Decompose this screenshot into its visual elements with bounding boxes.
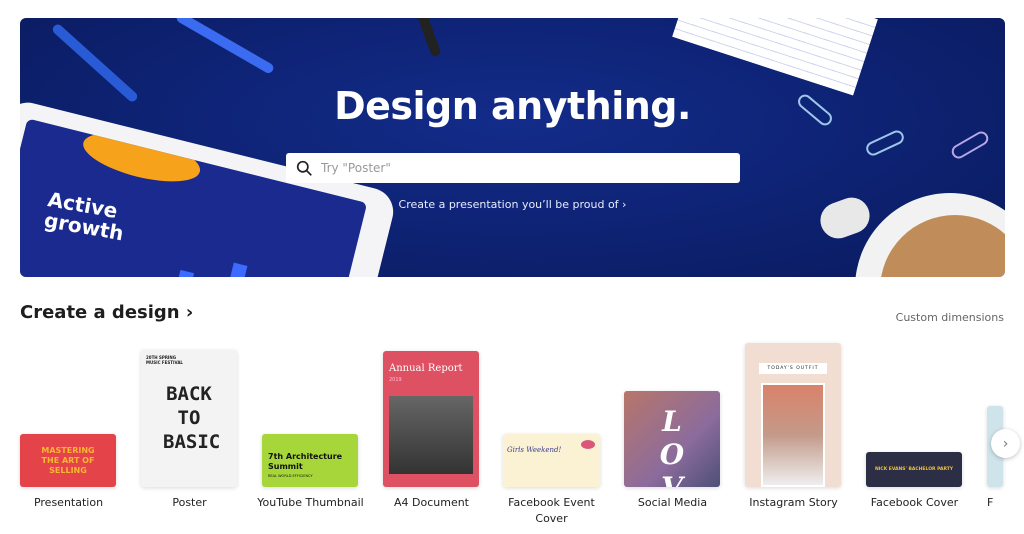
design-label[interactable]: Facebook Cover xyxy=(854,495,975,511)
custom-dimensions-link[interactable]: Custom dimensions xyxy=(896,311,1004,324)
design-label[interactable]: YouTube Thumbnail xyxy=(250,495,371,511)
chevron-right-icon: › xyxy=(1002,435,1009,452)
paperclip-decoration xyxy=(863,128,907,158)
search-input[interactable] xyxy=(321,161,721,175)
design-label[interactable]: Poster xyxy=(129,495,250,511)
pencil-decoration xyxy=(408,18,442,58)
pen-decoration xyxy=(174,18,276,75)
thumb-text: NICK EVANS' BACHELOR PARTY xyxy=(874,467,954,472)
design-card-poster[interactable]: 20TH SPRING MUSIC FESTIVAL BACK TO BASIC xyxy=(141,350,237,487)
hero-title: Design anything. xyxy=(334,84,691,128)
thumb-text: Annual Report xyxy=(389,363,463,374)
thumb-subtext: 2019 xyxy=(389,377,402,383)
design-card-instagram-story[interactable]: TODAY'S OUTFIT xyxy=(745,343,841,487)
hero-banner: Active growth Design anything. Create a … xyxy=(20,18,1005,277)
search-bar[interactable] xyxy=(286,153,740,183)
thumb-subtext: REAL WORLD EFFICIENCY xyxy=(268,474,313,478)
search-icon xyxy=(296,160,312,176)
design-label[interactable]: F xyxy=(987,495,1007,511)
lips-icon xyxy=(581,440,595,449)
design-card-presentation[interactable]: MASTERING THE ART OF SELLING xyxy=(20,434,116,487)
design-label[interactable]: Facebook Event Cover xyxy=(491,495,612,527)
design-card-a4-document[interactable]: Annual Report 2019 xyxy=(383,351,479,487)
design-label[interactable]: Presentation xyxy=(8,495,129,511)
thumb-text: LOVE xyxy=(659,405,685,487)
design-label[interactable]: A4 Document xyxy=(371,495,492,511)
next-button[interactable]: › xyxy=(991,429,1020,458)
thumb-text: TODAY'S OUTFIT xyxy=(759,363,827,374)
thumb-subtext: 20TH SPRING MUSIC FESTIVAL xyxy=(146,355,183,365)
design-card-social-media[interactable]: LOVE xyxy=(624,391,720,487)
design-card-youtube-thumbnail[interactable]: 7th Architecture Summit REAL WORLD EFFIC… xyxy=(262,434,358,487)
paperclip-decoration xyxy=(949,128,991,162)
design-label[interactable]: Social Media xyxy=(612,495,733,511)
design-label[interactable]: Instagram Story xyxy=(733,495,854,511)
thumb-photo xyxy=(761,383,825,487)
thumb-text: MASTERING THE ART OF SELLING xyxy=(41,445,95,475)
thumb-photo xyxy=(389,396,473,474)
thumb-text: Girls Weekend! xyxy=(507,446,562,454)
presentation-link[interactable]: Create a presentation you’ll be proud of… xyxy=(20,198,1005,211)
design-card-facebook-event-cover[interactable]: Girls Weekend! xyxy=(503,434,600,487)
thumb-text: 7th Architecture Summit xyxy=(268,452,343,471)
thumb-text: BACK TO BASIC xyxy=(163,383,221,453)
create-design-heading[interactable]: Create a design › xyxy=(20,302,193,323)
design-card-facebook-cover[interactable]: NICK EVANS' BACHELOR PARTY xyxy=(866,452,962,487)
